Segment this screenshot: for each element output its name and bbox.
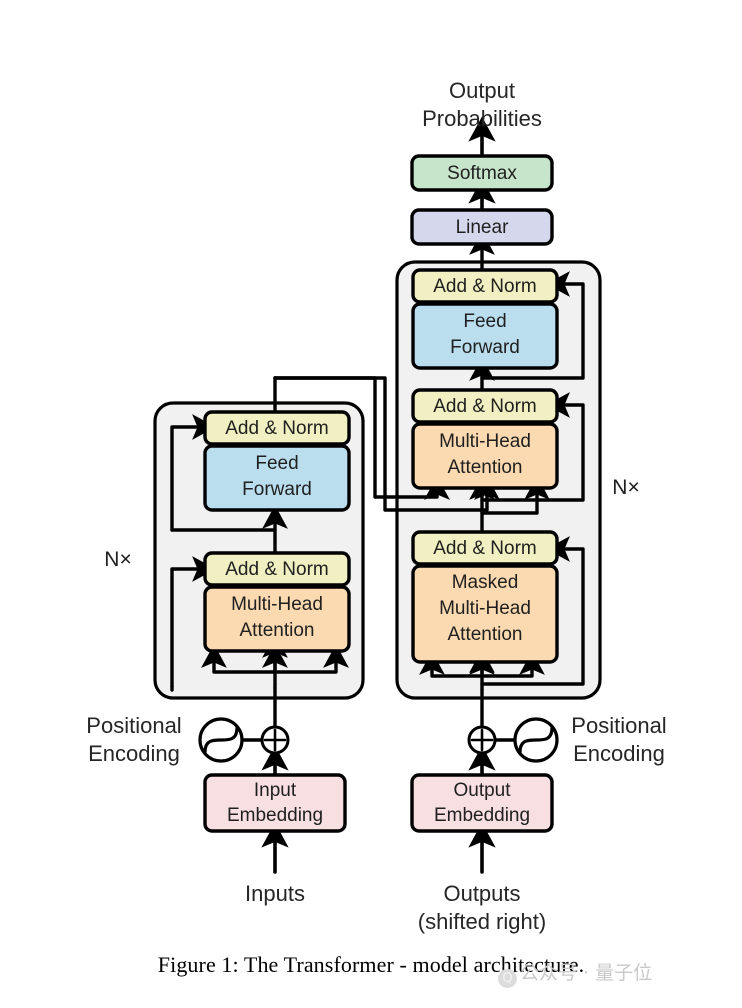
- figure-caption: Figure 1: The Transformer - model archit…: [157, 952, 585, 977]
- softmax-block[interactable]: Softmax: [410, 154, 554, 192]
- positional-encoding-label-left-line1: Positional: [86, 713, 181, 738]
- decoder-masked-multi-head-attention-block[interactable]: Masked Multi-Head Attention: [411, 564, 559, 664]
- softmax-label: Softmax: [447, 163, 517, 184]
- encoder-add-norm-bottom-label: Add & Norm: [225, 559, 328, 580]
- outputs-label-line1: Outputs: [443, 881, 520, 906]
- linear-block[interactable]: Linear: [410, 208, 554, 246]
- decoder-repeat-label: N×: [612, 476, 639, 499]
- decoder-multi-head-attention-block[interactable]: Multi-Head Attention: [411, 422, 559, 490]
- decoder-feed-forward-label-line2: Forward: [450, 337, 520, 358]
- decoder-add-norm-bottom-block[interactable]: Add & Norm: [411, 530, 559, 566]
- masked-mha-label-line2: Multi-Head: [439, 598, 531, 619]
- inputs-label: Inputs: [245, 881, 305, 906]
- encoder-mha-label-line1: Multi-Head: [231, 594, 323, 615]
- decoder-feed-forward-block[interactable]: Feed Forward: [411, 302, 559, 370]
- architecture-diagram: Softmax Linear Add & Norm Feed Forward A…: [86, 78, 666, 934]
- transformer-architecture-figure: Softmax Linear Add & Norm Feed Forward A…: [0, 0, 742, 1008]
- input-embedding-block[interactable]: Input Embedding: [203, 773, 347, 833]
- input-embedding-label-line2: Embedding: [227, 805, 323, 826]
- encoder-add-norm-bottom-block[interactable]: Add & Norm: [203, 551, 351, 587]
- positional-encoding-sine-icon-right: [513, 717, 559, 763]
- output-embedding-label-line1: Output: [453, 780, 511, 801]
- decoder-multi-head-attention-label-line2: Attention: [448, 457, 523, 478]
- decoder-add-norm-top-block[interactable]: Add & Norm: [411, 268, 559, 304]
- encoder-repeat-label: N×: [104, 548, 131, 571]
- encoder-multi-head-attention-block[interactable]: Multi-Head Attention: [203, 585, 351, 653]
- encoder-add-norm-top-label: Add & Norm: [225, 418, 328, 439]
- output-embedding-label-line2: Embedding: [434, 805, 530, 826]
- decoder-add-norm-middle-block[interactable]: Add & Norm: [411, 388, 559, 424]
- positional-encoding-sine-icon-left: [198, 717, 244, 763]
- encoder-feed-forward-block[interactable]: Feed Forward: [203, 444, 351, 512]
- encoder-feed-forward-label-line2: Forward: [242, 479, 312, 500]
- linear-label: Linear: [456, 217, 509, 238]
- decoder-add-norm-middle-label: Add & Norm: [433, 396, 536, 417]
- outputs-label-line2: (shifted right): [418, 909, 546, 934]
- output-probabilities-label-line2: Probabilities: [422, 106, 542, 131]
- decoder-feed-forward-label-line1: Feed: [463, 311, 506, 332]
- output-embedding-block[interactable]: Output Embedding: [410, 773, 554, 833]
- encoder-add-norm-top-block[interactable]: Add & Norm: [203, 410, 351, 446]
- encoder-feed-forward-label-line1: Feed: [255, 453, 298, 474]
- decoder-multi-head-attention-label-line1: Multi-Head: [439, 431, 531, 452]
- output-probabilities-label-line1: Output: [449, 78, 515, 103]
- positional-encoding-label-left-line2: Encoding: [88, 741, 180, 766]
- add-operator-icon-right: [467, 725, 497, 755]
- positional-encoding-label-right-line2: Encoding: [573, 741, 665, 766]
- add-operator-icon-left: [260, 725, 290, 755]
- masked-mha-label-line1: Masked: [452, 572, 519, 593]
- positional-encoding-label-right-line1: Positional: [571, 713, 666, 738]
- encoder-mha-label-line2: Attention: [240, 620, 315, 641]
- input-embedding-label-line1: Input: [254, 780, 297, 801]
- masked-mha-label-line3: Attention: [448, 624, 523, 645]
- decoder-add-norm-bottom-label: Add & Norm: [433, 538, 536, 559]
- decoder-add-norm-top-label: Add & Norm: [433, 276, 536, 297]
